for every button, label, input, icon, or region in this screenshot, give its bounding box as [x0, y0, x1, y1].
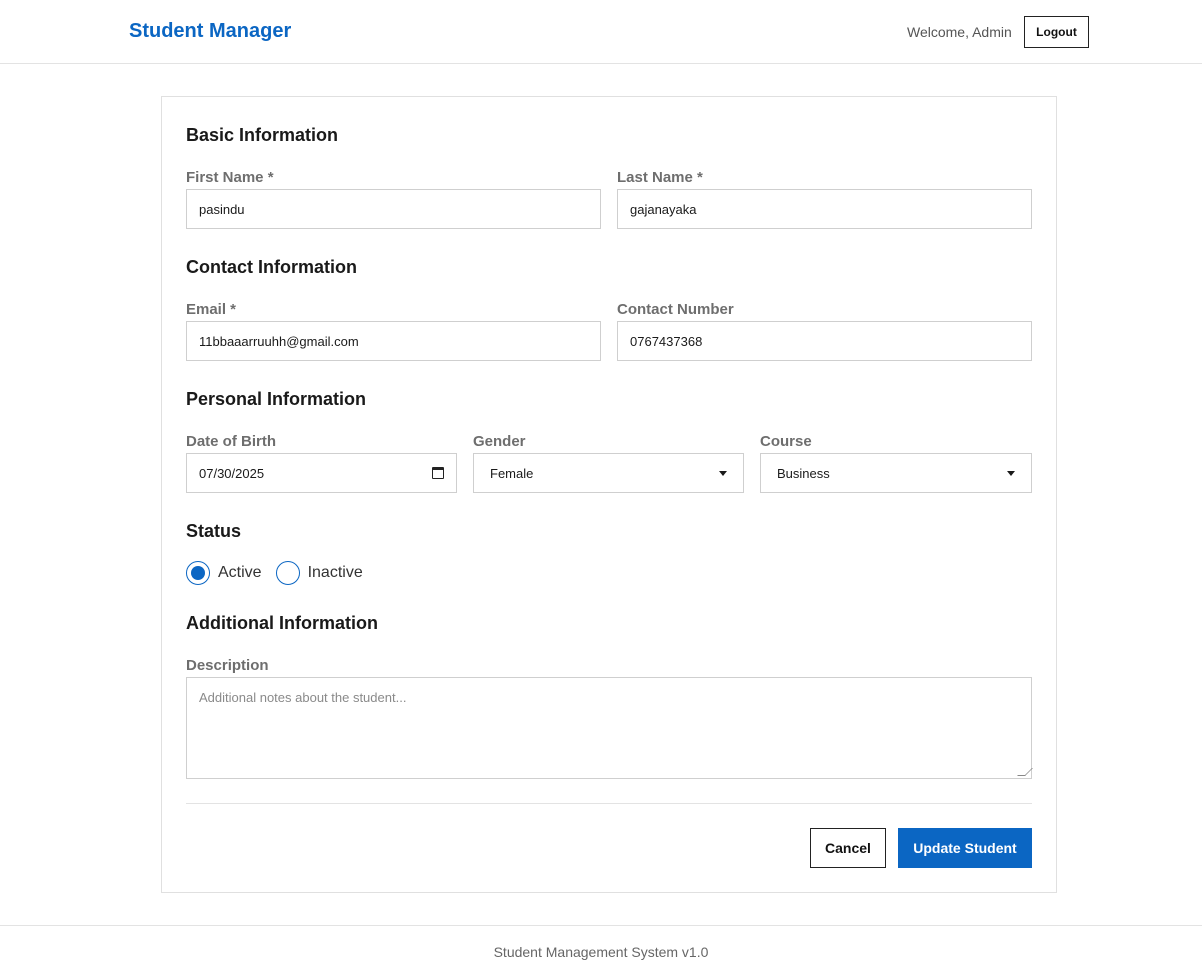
- contact-number-label: Contact Number: [617, 301, 734, 318]
- radio-label-inactive: Inactive: [307, 564, 363, 581]
- course-select[interactable]: Business: [760, 453, 1032, 493]
- radio-button-active[interactable]: [186, 561, 210, 585]
- description-label: Description: [186, 657, 269, 674]
- personal-info-heading: Personal Information: [186, 389, 367, 409]
- resize-handle-icon[interactable]: [1017, 768, 1033, 776]
- form-divider: [186, 803, 1032, 804]
- first-name-input[interactable]: [186, 189, 601, 229]
- dob-label: Date of Birth: [186, 433, 276, 450]
- radio-button-inactive[interactable]: [275, 561, 300, 585]
- status-radio-group: Active Inactive: [186, 561, 377, 585]
- gender-label: Gender: [473, 433, 526, 450]
- footer-text: Student Management System v1.0: [493, 944, 709, 960]
- contact-info-heading: Contact Information: [186, 257, 357, 277]
- update-student-button[interactable]: Update Student: [898, 828, 1032, 868]
- additional-info-heading: Additional Information: [186, 613, 378, 633]
- welcome-text: Welcome, Admin: [907, 24, 1012, 40]
- gender-selected-value: Female: [490, 465, 534, 481]
- email-input[interactable]: [186, 321, 601, 361]
- contact-number-input[interactable]: [617, 321, 1032, 361]
- calendar-icon[interactable]: [432, 467, 444, 479]
- cancel-button[interactable]: Cancel: [810, 828, 886, 868]
- first-name-label: First Name *: [186, 169, 274, 186]
- student-form-card: Basic Information First Name * Last Name…: [161, 96, 1057, 893]
- status-option-active[interactable]: Active: [186, 561, 262, 585]
- course-selected-value: Business: [777, 465, 830, 481]
- top-navbar: Student Manager Welcome, Admin Logout: [0, 0, 1202, 64]
- radio-label-active: Active: [218, 564, 262, 581]
- dob-input[interactable]: 07/30/2025: [186, 453, 457, 493]
- footer: Student Management System v1.0: [0, 925, 1202, 978]
- status-heading: Status: [186, 521, 242, 541]
- last-name-input[interactable]: [617, 189, 1032, 229]
- logout-button[interactable]: Logout: [1024, 16, 1089, 48]
- gender-select[interactable]: Female: [473, 453, 744, 493]
- chevron-down-icon: [1007, 470, 1015, 476]
- dob-value: 07/30/2025: [199, 465, 265, 481]
- basic-info-heading: Basic Information: [186, 125, 339, 145]
- email-label: Email *: [186, 301, 237, 318]
- chevron-down-icon: [719, 470, 727, 476]
- description-textarea[interactable]: Additional notes about the student...: [186, 677, 1033, 779]
- brand-title[interactable]: Student Manager: [129, 20, 291, 43]
- course-label: Course: [760, 433, 812, 450]
- last-name-label: Last Name *: [617, 169, 703, 186]
- status-option-inactive[interactable]: Inactive: [275, 561, 363, 585]
- description-placeholder: Additional notes about the student...: [199, 690, 407, 705]
